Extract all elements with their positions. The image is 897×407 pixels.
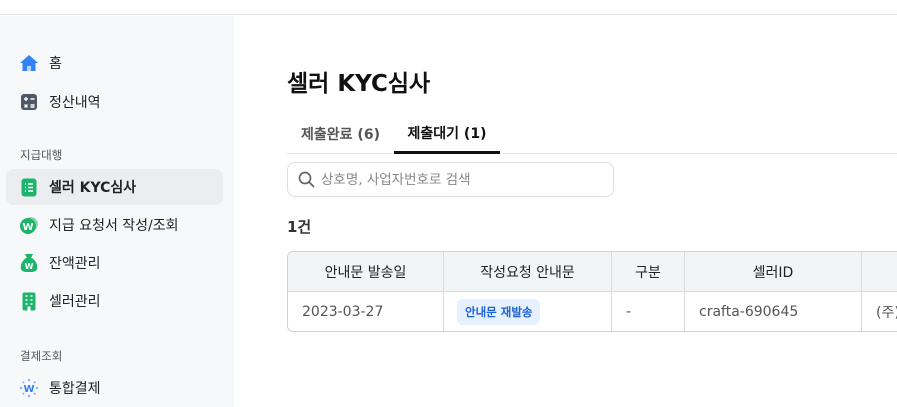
tab-pending[interactable]: 제출대기 (1) — [394, 114, 500, 154]
cell-sent-date: 2023-03-27 — [288, 292, 444, 331]
sidebar-item-settlement[interactable]: 정산내역 — [6, 84, 223, 120]
sidebar-item-label: 정산내역 — [49, 95, 101, 111]
sidebar-item-seller-management[interactable]: 셀러관리 — [6, 283, 223, 319]
sidebar-item-balance[interactable]: W 잔액관리 — [6, 245, 223, 281]
sidebar-item-integrated-payment[interactable]: W 통합결제 — [6, 370, 223, 406]
column-header[interactable]: 안내문 발송일 — [288, 252, 444, 291]
column-header[interactable]: 구분 — [612, 252, 685, 291]
sidebar-item-label: 잔액관리 — [49, 256, 101, 272]
sidebar-item-label: 통합결제 — [49, 381, 101, 397]
cell-company: (주) — [876, 305, 897, 321]
column-header[interactable]: 작성요청 안내문 — [444, 252, 612, 291]
building-icon — [19, 291, 39, 311]
page-title: 셀러 KYC심사 — [287, 71, 431, 97]
sidebar-item-label: 지급 요청서 작성/조회 — [49, 218, 179, 234]
section-title-payout: 지급대행 — [20, 148, 63, 162]
cell-type: - — [612, 292, 685, 331]
sidebar-item-label: 홈 — [49, 56, 62, 72]
sidebar-item-label: 셀러관리 — [49, 294, 101, 310]
table-header-row: 안내문 발송일 작성요청 안내문 구분 셀러ID — [288, 252, 897, 292]
search-icon — [298, 171, 315, 188]
svg-text:W: W — [22, 222, 33, 233]
svg-text:W: W — [23, 384, 34, 395]
main-content: 셀러 KYC심사 제출완료 (6) 제출대기 (1) 1건 안내문 발송일 작성… — [234, 16, 897, 407]
home-icon — [19, 53, 39, 73]
seller-table: 안내문 발송일 작성요청 안내문 구분 셀러ID 2023-03-27 안내문 … — [287, 251, 897, 332]
sidebar-item-label: 셀러 KYC심사 — [49, 180, 137, 196]
money-bag-icon: W — [19, 253, 39, 273]
search-input[interactable] — [321, 171, 601, 188]
sidebar-item-payout-request[interactable]: W 지급 요청서 작성/조회 — [6, 207, 223, 243]
cell-notice: 안내문 재발송 — [444, 292, 612, 331]
table-row[interactable]: 2023-03-27 안내문 재발송 - crafta-690645 (주) — [288, 292, 897, 331]
search-box[interactable] — [287, 162, 614, 197]
resend-notice-button[interactable]: 안내문 재발송 — [457, 299, 541, 325]
tab-submitted[interactable]: 제출완료 (6) — [287, 114, 394, 154]
sidebar-item-seller-kyc[interactable]: 셀러 KYC심사 — [6, 169, 223, 205]
tab-bar: 제출완료 (6) 제출대기 (1) — [287, 114, 897, 154]
column-header — [862, 252, 897, 291]
sidebar-item-home[interactable]: 홈 — [6, 45, 223, 81]
svg-text:W: W — [25, 262, 34, 271]
won-coin-icon: W — [19, 215, 39, 235]
column-header[interactable]: 셀러ID — [685, 252, 862, 291]
won-sparkle-icon: W — [19, 378, 39, 398]
section-title-payment: 결제조회 — [20, 349, 63, 363]
cell-seller-id: crafta-690645 — [685, 292, 862, 331]
calculator-icon — [19, 92, 39, 112]
result-count: 1건 — [287, 218, 312, 236]
top-bar — [0, 0, 897, 15]
document-icon — [19, 177, 39, 197]
sidebar: 홈 정산내역 지급대행 셀러 KYC심사 W 지급 요청서 작성/조회 W 잔액… — [0, 16, 234, 407]
